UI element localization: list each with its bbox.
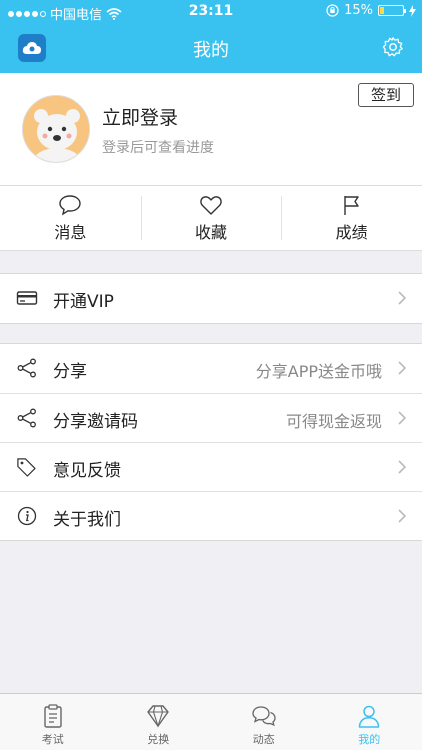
tab-label: 动态 <box>252 733 275 746</box>
quick-action-scores[interactable]: 成绩 <box>281 186 422 250</box>
chevron-right-icon <box>398 460 406 474</box>
tab-mine[interactable]: 我的 <box>317 694 422 750</box>
chevron-right-icon <box>398 291 406 305</box>
chevron-right-icon <box>398 411 406 425</box>
tab-label: 我的 <box>358 733 381 746</box>
tag-icon <box>17 458 36 477</box>
menu-item-label: 分享 <box>53 362 87 382</box>
quick-action-label: 成绩 <box>335 222 368 242</box>
menu-item-about[interactable]: 关于我们 <box>0 491 422 540</box>
bear-avatar-icon <box>23 96 89 162</box>
menu-item-label: 意见反馈 <box>53 461 121 481</box>
charging-icon <box>409 4 416 17</box>
tab-exam[interactable]: 考试 <box>0 694 106 750</box>
navbar: 我的 <box>0 24 422 73</box>
menu-group: 分享 分享APP送金币哦 分享邀请码 可得现金返现 意见反馈 关于我们 <box>0 343 422 541</box>
quick-action-messages[interactable]: 消息 <box>0 186 141 250</box>
login-title[interactable]: 立即登录 <box>102 103 178 130</box>
menu-item-label: 分享邀请码 <box>53 412 138 432</box>
tab-activity[interactable]: 动态 <box>211 694 317 750</box>
menu-item-invite-code[interactable]: 分享邀请码 可得现金返现 <box>0 393 422 442</box>
tab-bar: 考试 兑换 动态 我的 <box>0 693 422 750</box>
quick-actions: 消息 收藏 成绩 <box>0 185 422 251</box>
diamond-icon <box>147 705 169 728</box>
page-title: 我的 <box>193 40 229 61</box>
heart-icon <box>200 195 222 215</box>
chevron-right-icon <box>398 509 406 523</box>
chat-bubble-icon <box>59 194 82 216</box>
menu-item-label: 关于我们 <box>53 510 121 530</box>
menu-item-vip[interactable]: 开通VIP <box>0 274 422 323</box>
quick-action-favorites[interactable]: 收藏 <box>140 186 282 250</box>
person-icon <box>359 705 380 728</box>
battery-icon <box>378 5 406 16</box>
tab-label: 兑换 <box>147 733 170 746</box>
chat-icon <box>252 706 276 727</box>
avatar[interactable] <box>22 95 90 163</box>
clipboard-icon <box>44 704 62 728</box>
status-bar: 中国电信 23:11 15% <box>0 0 422 24</box>
info-icon <box>17 506 37 526</box>
tab-exchange[interactable]: 兑换 <box>106 694 212 750</box>
quick-action-label: 消息 <box>54 222 87 242</box>
gear-icon[interactable] <box>382 36 404 58</box>
chevron-right-icon <box>398 361 406 375</box>
header: 中国电信 23:11 15% 我的 <box>0 0 422 73</box>
menu-item-feedback[interactable]: 意见反馈 <box>0 442 422 491</box>
sign-in-button[interactable]: 签到 <box>358 83 414 107</box>
menu-item-label: 开通VIP <box>53 292 114 312</box>
vip-group: 开通VIP <box>0 273 422 324</box>
menu-item-share[interactable]: 分享 分享APP送金币哦 <box>0 344 422 393</box>
rotation-lock-icon <box>326 4 339 17</box>
share-icon <box>17 408 36 428</box>
flag-icon <box>343 195 359 215</box>
share-icon <box>17 358 36 378</box>
login-subtitle: 登录后可查看进度 <box>102 140 214 156</box>
tab-label: 考试 <box>41 733 64 746</box>
battery-percent: 15% <box>344 3 373 18</box>
quick-action-label: 收藏 <box>195 222 228 242</box>
menu-item-value: 可得现金返现 <box>285 412 382 431</box>
menu-item-value: 分享APP送金币哦 <box>255 362 382 381</box>
card-icon <box>16 291 38 305</box>
profile-card[interactable]: 立即登录 登录后可查看进度 签到 <box>0 73 422 185</box>
